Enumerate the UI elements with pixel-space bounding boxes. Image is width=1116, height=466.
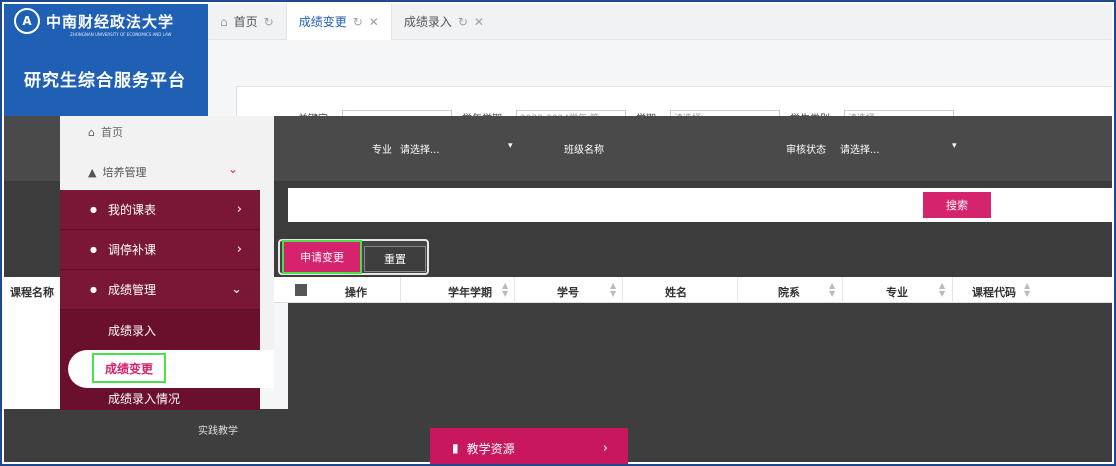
course-name-header: 课程名称: [10, 286, 54, 299]
submenu-label: 成绩录入: [108, 323, 157, 338]
document-icon: ▮: [452, 441, 459, 455]
search-button[interactable]: 搜索: [923, 192, 991, 218]
close-icon[interactable]: ✕: [369, 15, 379, 29]
app-frame: A 中南财经政法大学 ZHONGNAN UNIVERSITY OF ECONOM…: [0, 0, 1116, 466]
col-term[interactable]: 学年学期: [448, 284, 492, 300]
sidebar-item-training[interactable]: ▲ 培养管理: [88, 164, 146, 180]
refresh-icon[interactable]: ↻: [264, 15, 274, 29]
sidebar-item-label: 调停补课: [108, 243, 157, 257]
tab-home[interactable]: ⌂ 首页 ↻: [208, 4, 286, 40]
apply-change-button[interactable]: 申请变更: [282, 240, 362, 274]
training-icon: ▲: [88, 165, 97, 179]
sidebar-training-label: 培养管理: [102, 166, 147, 179]
major-select[interactable]: 请选择...: [400, 141, 440, 156]
bullet-icon: ●: [90, 205, 97, 214]
class-label: 班级名称: [564, 145, 604, 156]
sidebar-item-make-up[interactable]: ● 调停补课 ›: [60, 230, 260, 270]
major-label: 专业: [372, 145, 392, 156]
sort-icon[interactable]: ▲ ▼: [829, 282, 835, 298]
platform-title: 研究生综合服务平台: [24, 71, 186, 91]
chevron-down-icon[interactable]: ⌄: [228, 162, 238, 176]
table-body: [288, 303, 1112, 409]
school-name: 中南财经政法大学: [46, 12, 175, 31]
sort-icon[interactable]: ▲ ▼: [939, 282, 945, 298]
school-seal-icon: A: [14, 8, 40, 34]
column-divider: [400, 277, 401, 303]
column-divider: [622, 277, 623, 303]
chevron-down-icon: ⌄: [231, 282, 242, 297]
sidebar-item-grade-management[interactable]: ● 成绩管理 ⌄: [60, 270, 260, 310]
school-name-en: ZHONGNAN UNIVERSITY OF ECONOMICS AND LAW: [70, 32, 172, 37]
refresh-icon[interactable]: ↻: [353, 15, 363, 29]
col-student-id[interactable]: 学号: [557, 284, 579, 300]
tab-grade-entry-label: 成绩录入: [403, 15, 452, 29]
select-all-checkbox[interactable]: [295, 284, 307, 296]
status-select[interactable]: 请选择...: [840, 141, 880, 156]
tab-grade-change-label: 成绩变更: [298, 15, 347, 29]
brand-header: A 中南财经政法大学 ZHONGNAN UNIVERSITY OF ECONOM…: [4, 4, 208, 116]
reset-button[interactable]: 重置: [364, 246, 426, 272]
tab-bar: ⌂ 首页 ↻ 成绩变更 ↻ ✕ 成绩录入 ↻ ✕: [208, 3, 1112, 40]
col-major[interactable]: 专业: [886, 284, 908, 300]
column-divider: [842, 277, 843, 303]
submenu-label: 成绩录入情况: [108, 392, 181, 406]
sidebar-home-label: 首页: [100, 126, 123, 139]
col-department[interactable]: 院系: [778, 284, 800, 300]
home-icon: ⌂: [88, 125, 95, 139]
sidebar-item-home[interactable]: ⌂ 首页: [88, 124, 123, 140]
sort-icon[interactable]: ▲ ▼: [1024, 282, 1030, 298]
close-icon[interactable]: ✕: [474, 15, 484, 29]
column-divider: [952, 277, 953, 303]
submenu-item-grade-change[interactable]: 成绩变更: [92, 353, 166, 383]
col-operation: 操作: [345, 286, 367, 299]
bullet-icon: ●: [90, 285, 97, 294]
chevron-right-icon: ›: [236, 202, 242, 217]
sort-icon[interactable]: ▲ ▼: [502, 282, 508, 298]
chevron-right-icon: ›: [602, 440, 608, 456]
tab-home-label: 首页: [233, 15, 258, 29]
col-course-code[interactable]: 课程代码: [972, 284, 1016, 300]
tab-grade-change[interactable]: 成绩变更 ↻ ✕: [285, 3, 392, 40]
sort-icon[interactable]: ▲ ▼: [610, 282, 616, 298]
practice-teaching-label[interactable]: 实践教学: [198, 422, 238, 437]
home-icon: ⌂: [220, 14, 228, 29]
sidebar-item-my-schedule[interactable]: ● 我的课表 ›: [60, 190, 260, 230]
sidebar-item-label: 我的课表: [108, 203, 157, 217]
status-label: 审核状态: [786, 145, 826, 156]
sidebar-item-label: 成绩管理: [108, 283, 157, 297]
teaching-resources-button[interactable]: ▮ 教学资源 ›: [430, 428, 628, 464]
chevron-down-icon: ▾: [952, 141, 957, 151]
bullet-icon: ●: [90, 245, 97, 254]
refresh-icon[interactable]: ↻: [458, 15, 468, 29]
chevron-down-icon: ▾: [508, 141, 513, 151]
school-logo[interactable]: A 中南财经政法大学: [14, 8, 174, 34]
teaching-resources-label: 教学资源: [466, 441, 515, 456]
submenu-item-entry-status[interactable]: 成绩录入情况: [60, 390, 260, 410]
chevron-right-icon: ›: [236, 242, 242, 257]
submenu-item-grade-entry[interactable]: 成绩录入: [60, 310, 260, 350]
column-divider: [514, 277, 515, 303]
tab-grade-entry[interactable]: 成绩录入 ↻ ✕: [392, 4, 496, 40]
col-name: 姓名: [665, 286, 687, 299]
column-divider: [737, 277, 738, 303]
